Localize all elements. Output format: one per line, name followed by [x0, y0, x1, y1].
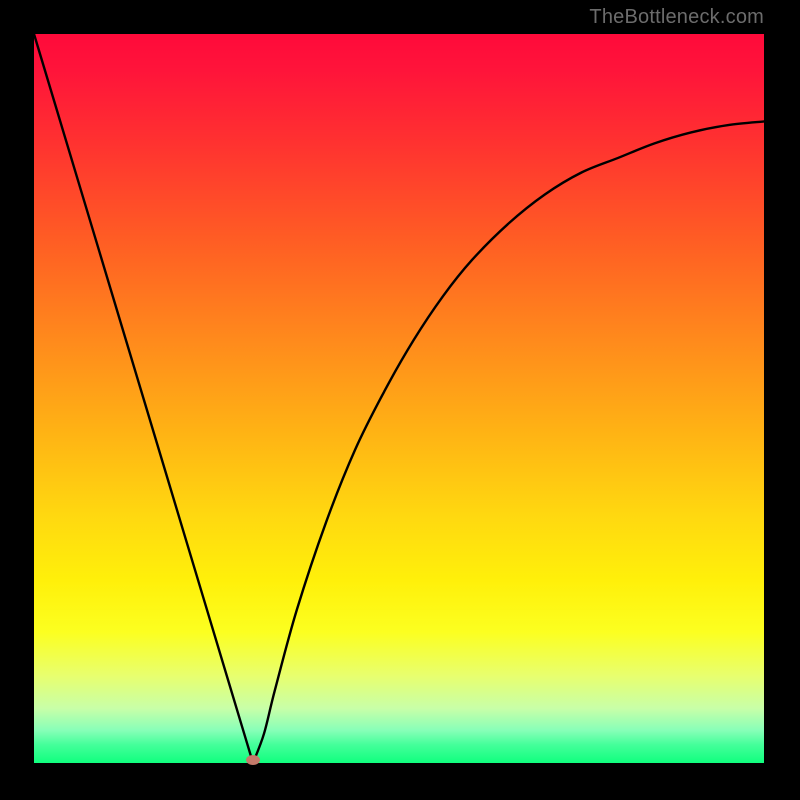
- bottleneck-curve: [34, 34, 764, 763]
- plot-area: [34, 34, 764, 763]
- chart-frame: TheBottleneck.com: [0, 0, 800, 800]
- minimum-marker: [246, 755, 260, 765]
- watermark-text: TheBottleneck.com: [589, 6, 764, 29]
